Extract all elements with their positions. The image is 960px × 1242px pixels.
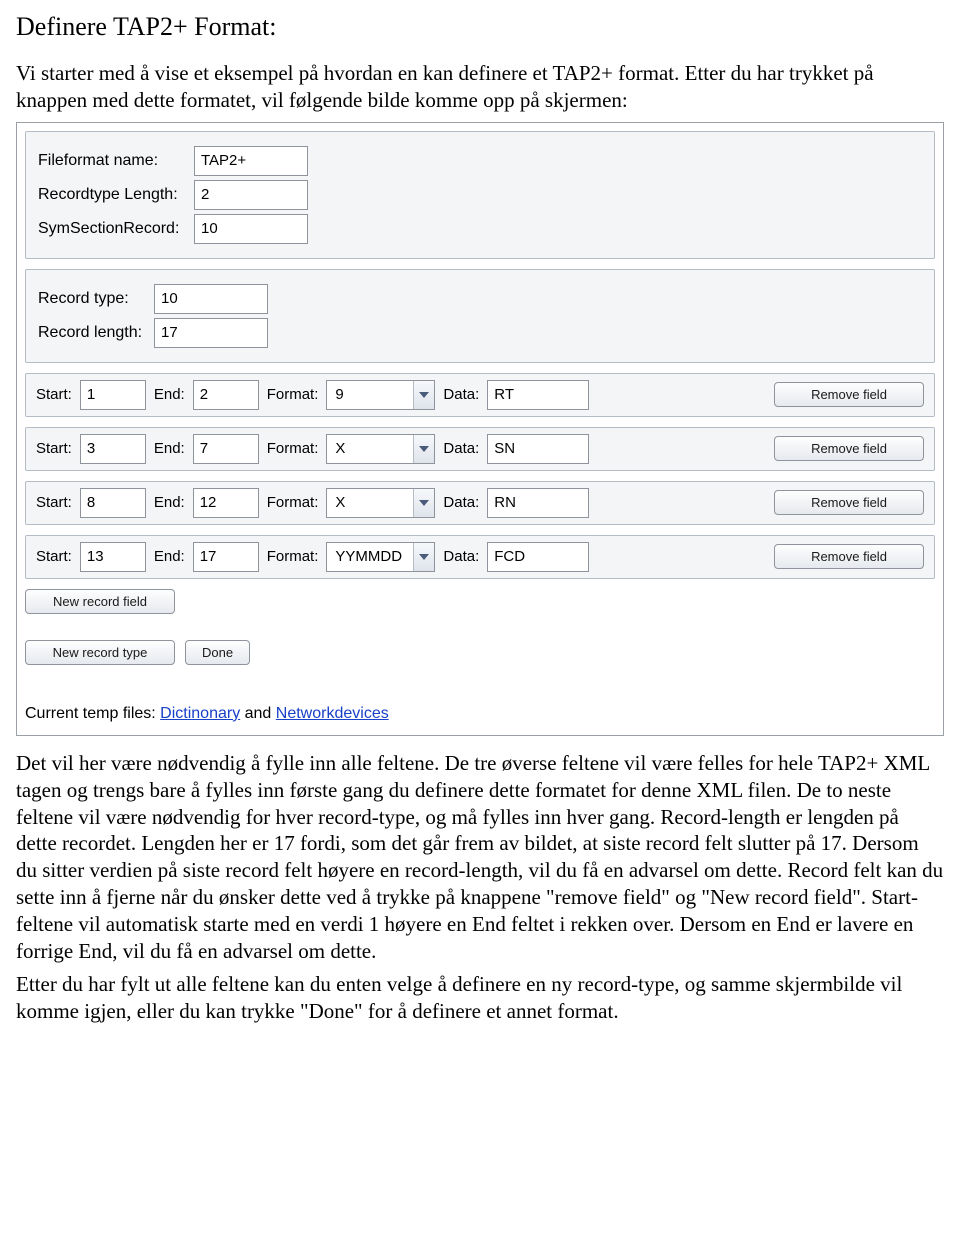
start-input[interactable] xyxy=(80,488,146,518)
end-label: End: xyxy=(154,386,185,403)
data-input[interactable] xyxy=(487,380,589,410)
recordtype-input[interactable] xyxy=(154,284,268,314)
recordlength-input[interactable] xyxy=(154,318,268,348)
end-input[interactable] xyxy=(193,380,259,410)
format-select[interactable]: X xyxy=(326,488,435,518)
format-label: Format: xyxy=(267,440,319,457)
new-record-type-button[interactable]: New record type xyxy=(25,640,175,665)
end-label: End: xyxy=(154,440,185,457)
end-input[interactable] xyxy=(193,434,259,464)
chevron-down-icon xyxy=(413,435,434,463)
start-label: Start: xyxy=(36,440,72,457)
format-label: Format: xyxy=(267,386,319,403)
symsection-input[interactable] xyxy=(194,214,308,244)
end-input[interactable] xyxy=(193,488,259,518)
temp-link-networkdevices[interactable]: Networkdevices xyxy=(276,705,389,722)
format-label: Format: xyxy=(267,494,319,511)
data-label: Data: xyxy=(443,548,479,565)
end-label: End: xyxy=(154,494,185,511)
remove-field-button[interactable]: Remove field xyxy=(774,544,924,569)
chevron-down-icon xyxy=(413,489,434,517)
chevron-down-icon xyxy=(413,543,434,571)
temp-and: and xyxy=(240,705,276,722)
body-paragraph-1: Det vil her være nødvendig å fylle inn a… xyxy=(16,750,944,965)
end-label: End: xyxy=(154,548,185,565)
fileformat-label: Fileformat name: xyxy=(38,152,188,170)
recordtype-label: Record type: xyxy=(38,290,148,308)
data-input[interactable] xyxy=(487,542,589,572)
body-paragraph-2: Etter du har fylt ut alle feltene kan du… xyxy=(16,971,944,1025)
chevron-down-icon xyxy=(413,381,434,409)
page-title: Definere TAP2+ Format: xyxy=(16,12,944,42)
start-input[interactable] xyxy=(80,542,146,572)
start-label: Start: xyxy=(36,386,72,403)
remove-field-button[interactable]: Remove field xyxy=(774,436,924,461)
done-button[interactable]: Done xyxy=(185,640,250,665)
record-info-panel: Record type: Record length: xyxy=(25,269,935,363)
data-label: Data: xyxy=(443,494,479,511)
new-record-field-button[interactable]: New record field xyxy=(25,589,175,614)
data-label: Data: xyxy=(443,440,479,457)
remove-field-button[interactable]: Remove field xyxy=(774,382,924,407)
temp-files-line: Current temp files: Dictinonary and Netw… xyxy=(25,705,935,723)
temp-files-prefix: Current temp files: xyxy=(25,705,160,722)
symsection-label: SymSectionRecord: xyxy=(38,220,188,238)
format-select[interactable]: X xyxy=(326,434,435,464)
field-row: Start: End: Format: YYMMDD Data: Remove … xyxy=(25,535,935,579)
data-label: Data: xyxy=(443,386,479,403)
field-row: Start: End: Format: X Data: Remove field xyxy=(25,427,935,471)
field-row: Start: End: Format: 9 Data: Remove field xyxy=(25,373,935,417)
format-select[interactable]: YYMMDD xyxy=(326,542,435,572)
end-input[interactable] xyxy=(193,542,259,572)
start-label: Start: xyxy=(36,548,72,565)
recordtype-len-input[interactable] xyxy=(194,180,308,210)
data-input[interactable] xyxy=(487,488,589,518)
header-panel: Fileformat name: Recordtype Length: SymS… xyxy=(25,131,935,259)
start-input[interactable] xyxy=(80,380,146,410)
format-select[interactable]: 9 xyxy=(326,380,435,410)
recordtype-len-label: Recordtype Length: xyxy=(38,186,188,204)
data-input[interactable] xyxy=(487,434,589,464)
remove-field-button[interactable]: Remove field xyxy=(774,490,924,515)
start-label: Start: xyxy=(36,494,72,511)
recordlength-label: Record length: xyxy=(38,324,148,342)
fileformat-input[interactable] xyxy=(194,146,308,176)
form-container: Fileformat name: Recordtype Length: SymS… xyxy=(16,122,944,736)
temp-link-dictionary[interactable]: Dictinonary xyxy=(160,705,240,722)
start-input[interactable] xyxy=(80,434,146,464)
field-row: Start: End: Format: X Data: Remove field xyxy=(25,481,935,525)
format-label: Format: xyxy=(267,548,319,565)
intro-paragraph: Vi starter med å vise et eksempel på hvo… xyxy=(16,60,944,114)
